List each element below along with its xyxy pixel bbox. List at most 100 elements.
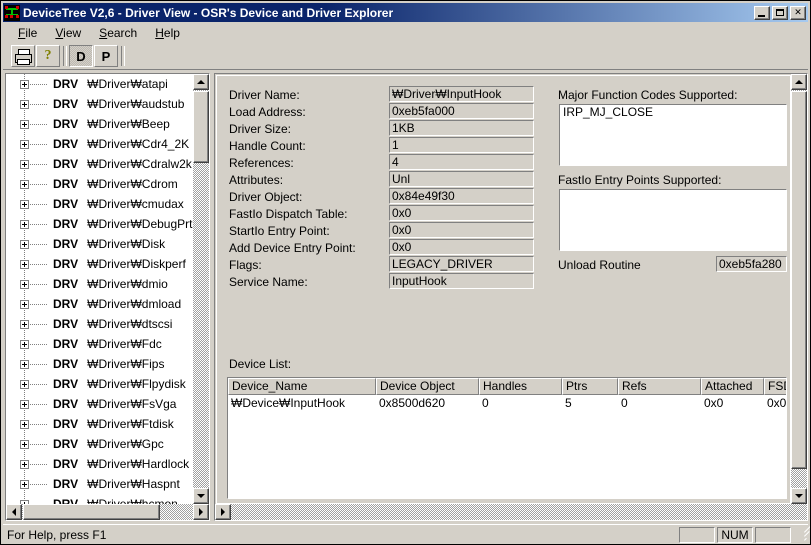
detail-scroll-up-button[interactable] xyxy=(791,74,807,90)
detail-scroll-left-button[interactable] xyxy=(215,504,231,520)
tree-item-18[interactable]: DRV ₩Driver₩Gpc xyxy=(6,434,193,454)
tree-item-label[interactable]: ₩Driver₩audstub xyxy=(87,97,184,111)
tree-item-type-badge[interactable]: DRV xyxy=(51,277,80,291)
tree-item-type-badge[interactable]: DRV xyxy=(51,177,80,191)
tree-item-type-badge[interactable]: DRV xyxy=(51,217,80,231)
minimize-button[interactable] xyxy=(754,5,770,20)
tree-item-label[interactable]: ₩Driver₩dmload xyxy=(87,297,181,311)
tree-item-label[interactable]: ₩Driver₩Ftdisk xyxy=(87,417,174,431)
tree-expand-plus-icon[interactable] xyxy=(20,119,29,129)
close-button[interactable]: ✕ xyxy=(790,5,806,20)
tree-item-label[interactable]: ₩Driver₩Flpydisk xyxy=(87,377,186,391)
tree-item-5[interactable]: DRV ₩Driver₩Cdrom xyxy=(6,174,193,194)
tree-item-1[interactable]: DRV ₩Driver₩audstub xyxy=(6,94,193,114)
device-list-column-header-5[interactable]: Attached xyxy=(701,378,764,395)
tree-item-type-badge[interactable]: DRV xyxy=(51,457,80,471)
device-list-column-header-2[interactable]: Handles xyxy=(479,378,562,395)
print-button[interactable] xyxy=(11,45,35,67)
tree-item-9[interactable]: DRV ₩Driver₩Diskperf xyxy=(6,254,193,274)
tree-item-type-badge[interactable]: DRV xyxy=(51,337,80,351)
tree-expand-plus-icon[interactable] xyxy=(20,239,29,249)
tree-scroll-left-button[interactable] xyxy=(6,504,22,520)
device-list-grid[interactable]: Device_Name Device Object Handles Ptrs Refs A… xyxy=(227,377,787,499)
tree-item-label[interactable]: ₩Driver₩dmio xyxy=(87,277,168,291)
menu-help[interactable]: Help xyxy=(146,24,189,42)
resize-grip[interactable] xyxy=(792,524,810,543)
tree-expand-plus-icon[interactable] xyxy=(20,459,29,469)
tree-item-type-badge[interactable]: DRV xyxy=(51,77,80,91)
tree-item-label[interactable]: ₩Driver₩Diskperf xyxy=(87,257,186,271)
detail-vertical-scrollbar[interactable] xyxy=(791,74,807,504)
tree-item-label[interactable]: ₩Driver₩Cdralw2k xyxy=(87,157,192,171)
tree-item-type-badge[interactable]: DRV xyxy=(51,377,80,391)
tree-expand-plus-icon[interactable] xyxy=(20,279,29,289)
tree-expand-plus-icon[interactable] xyxy=(20,319,29,329)
device-list-column-header-0[interactable]: Device_Name xyxy=(228,378,376,395)
tree-item-label[interactable]: ₩Driver₩Beep xyxy=(87,117,170,131)
tree-scroll-right-button[interactable] xyxy=(193,504,209,520)
tree-scroll-down-button[interactable] xyxy=(193,488,209,504)
device-list-body[interactable]: ₩Device₩InputHook 0x8500d620 0 5 0 0x0 0x0 xyxy=(228,395,786,411)
tree-expand-plus-icon[interactable] xyxy=(20,439,29,449)
tree-item-6[interactable]: DRV ₩Driver₩cmudax xyxy=(6,194,193,214)
tree-item-3[interactable]: DRV ₩Driver₩Cdr4_2K xyxy=(6,134,193,154)
tree-item-type-badge[interactable]: DRV xyxy=(51,397,80,411)
tree-item-10[interactable]: DRV ₩Driver₩dmio xyxy=(6,274,193,294)
tree-expand-plus-icon[interactable] xyxy=(20,179,29,189)
tree-item-label[interactable]: ₩Driver₩Fdc xyxy=(87,337,162,351)
tree-item-label[interactable]: ₩Driver₩DebugPrt xyxy=(87,217,192,231)
tree-item-7[interactable]: DRV ₩Driver₩DebugPrt xyxy=(6,214,193,234)
tree-item-label[interactable]: ₩Driver₩Fips xyxy=(87,357,164,371)
tree-expand-plus-icon[interactable] xyxy=(20,339,29,349)
tree-item-label[interactable]: ₩Driver₩Disk xyxy=(87,237,165,251)
tree-expand-plus-icon[interactable] xyxy=(20,479,29,489)
tree-expand-plus-icon[interactable] xyxy=(20,159,29,169)
tree-item-11[interactable]: DRV ₩Driver₩dmload xyxy=(6,294,193,314)
tree-item-label[interactable]: ₩Driver₩dtscsi xyxy=(87,317,172,331)
tree-item-type-badge[interactable]: DRV xyxy=(51,297,80,311)
tree-item-20[interactable]: DRV ₩Driver₩Haspnt xyxy=(6,474,193,494)
device-list-column-header-1[interactable]: Device Object xyxy=(376,378,479,395)
device-list-column-header-3[interactable]: Ptrs xyxy=(562,378,618,395)
detail-scroll-down-button[interactable] xyxy=(791,488,807,504)
tree-item-type-badge[interactable]: DRV xyxy=(51,97,80,111)
tree-item-type-badge[interactable]: DRV xyxy=(51,117,80,131)
maximize-button[interactable] xyxy=(772,5,788,20)
tree-item-label[interactable]: ₩Driver₩Gpc xyxy=(87,437,164,451)
tree-horizontal-scrollbar[interactable] xyxy=(6,504,209,520)
tree-scroll-thumb[interactable] xyxy=(193,91,209,163)
tree-item-label[interactable]: ₩Driver₩Cdrom xyxy=(87,177,178,191)
tree-expand-plus-icon[interactable] xyxy=(20,219,29,229)
tree-item-21[interactable]: DRV ₩Driver₩hcmon xyxy=(6,494,193,504)
tree-expand-plus-icon[interactable] xyxy=(20,379,29,389)
device-list-column-header-6[interactable]: FSD xyxy=(764,378,786,395)
tree-item-label[interactable]: ₩Driver₩Hardlock xyxy=(87,457,189,471)
tree-expand-plus-icon[interactable] xyxy=(20,419,29,429)
tree-item-type-badge[interactable]: DRV xyxy=(51,357,80,371)
tree-item-type-badge[interactable]: DRV xyxy=(51,157,80,171)
tree-expand-plus-icon[interactable] xyxy=(20,359,29,369)
detail-scroll-thumb[interactable] xyxy=(791,91,807,469)
tree-item-16[interactable]: DRV ₩Driver₩FsVga xyxy=(6,394,193,414)
tree-item-type-badge[interactable]: DRV xyxy=(51,197,80,211)
tree-item-19[interactable]: DRV ₩Driver₩Hardlock xyxy=(6,454,193,474)
menu-file[interactable]: File xyxy=(9,24,46,42)
major-functions-listbox[interactable]: IRP_MJ_CLOSE xyxy=(559,104,787,166)
tree-item-15[interactable]: DRV ₩Driver₩Flpydisk xyxy=(6,374,193,394)
tree-item-17[interactable]: DRV ₩Driver₩Ftdisk xyxy=(6,414,193,434)
tree-item-type-badge[interactable]: DRV xyxy=(51,257,80,271)
driver-tree-list[interactable]: DRV ₩Driver₩atapi DRV ₩Driver₩audstub DRV ₩Dr… xyxy=(6,74,193,504)
tree-expand-plus-icon[interactable] xyxy=(20,199,29,209)
tree-item-label[interactable]: ₩Driver₩atapi xyxy=(87,77,168,91)
tree-expand-plus-icon[interactable] xyxy=(20,299,29,309)
tree-item-type-badge[interactable]: DRV xyxy=(51,477,80,491)
tree-item-type-badge[interactable]: DRV xyxy=(51,137,80,151)
tree-item-label[interactable]: ₩Driver₩hcmon xyxy=(87,497,178,504)
tree-item-label[interactable]: ₩Driver₩FsVga xyxy=(87,397,176,411)
tree-item-0[interactable]: DRV ₩Driver₩atapi xyxy=(6,74,193,94)
tree-item-type-badge[interactable]: DRV xyxy=(51,237,80,251)
tree-expand-plus-icon[interactable] xyxy=(20,399,29,409)
tree-item-type-badge[interactable]: DRV xyxy=(51,317,80,331)
tree-expand-plus-icon[interactable] xyxy=(20,259,29,269)
tree-item-8[interactable]: DRV ₩Driver₩Disk xyxy=(6,234,193,254)
